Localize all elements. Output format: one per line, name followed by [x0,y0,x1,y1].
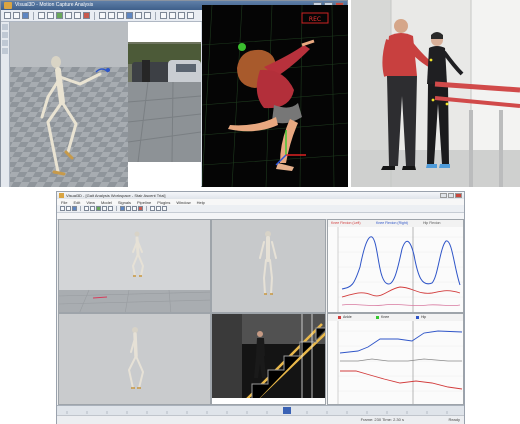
step-forward-icon[interactable] [65,12,72,19]
play-icon[interactable] [56,12,63,19]
save-icon[interactable] [22,12,29,19]
skeleton-viewport-perspective[interactable] [58,219,211,313]
legend-item: Knee [381,315,390,319]
app-icon [59,193,64,198]
open-file-icon[interactable] [66,206,71,211]
marker-icon[interactable] [144,12,151,19]
maximize-button[interactable] [447,193,455,198]
gait-lab-photo [351,0,520,187]
legend-item: Hip Flexion [423,221,441,225]
skip-back-icon[interactable] [38,12,45,19]
close-button[interactable] [455,193,463,198]
knee-hip-angle-graph[interactable]: Knee Flexion (Left) Knee Flexion (Right)… [327,219,464,313]
skeleton-viewport-side[interactable] [58,313,211,405]
stair-video-viewport[interactable] [211,313,326,405]
graph-icon[interactable] [156,206,161,211]
skip-forward-icon[interactable] [74,12,81,19]
layout-icon[interactable] [160,12,167,19]
skeleton-viewport-front[interactable] [211,219,326,313]
menu-file[interactable]: File [61,200,67,205]
video-viewport[interactable] [128,22,201,187]
mocap-app-window: Visual3D - Motion Capture Analysis REC [0,0,348,187]
joint-moment-graph[interactable]: Ankle Knee Hip [327,313,464,405]
new-file-icon[interactable] [4,12,11,19]
status-bar: Frame: 230 Time: 2.30 s Ready [57,415,464,424]
app-icon [4,2,12,9]
pan-icon[interactable] [117,12,124,19]
avatar-3d-viewport[interactable]: REC [202,5,348,187]
legend-item: Knee Flexion (Right) [376,221,408,225]
menu-help[interactable]: Help [197,200,205,205]
new-file-icon[interactable] [60,206,65,211]
status-ready: Ready [448,417,460,422]
save-icon[interactable] [72,206,77,211]
toolbar [57,205,464,213]
recording-indicator: REC [309,16,321,23]
window-title: Visual3D - [Gait Analysis Workspace - St… [66,193,166,198]
menu-view[interactable]: View [86,200,95,205]
skeleton-3d-viewport[interactable] [10,22,128,187]
select-tool-icon[interactable] [2,24,8,30]
open-file-icon[interactable] [13,12,20,19]
menu-window[interactable]: Window [176,200,190,205]
settings-icon[interactable] [178,12,185,19]
menu-edit[interactable]: Edit [73,200,80,205]
side-tool-strip [1,22,10,187]
move-tool-icon[interactable] [2,32,8,38]
menu-plugins[interactable]: Plugins [157,200,170,205]
timeline-playhead[interactable] [283,407,291,414]
skip-forward-icon[interactable] [108,206,113,211]
analysis-app-window: Visual3D - [Gait Analysis Workspace - St… [56,191,465,424]
rotate-icon[interactable] [108,12,115,19]
legend-swatch [376,316,379,319]
measure-tool-icon[interactable] [2,40,8,46]
rotate-icon[interactable] [132,206,137,211]
menu-pipeline[interactable]: Pipeline [137,200,151,205]
legend-swatch [338,316,341,319]
record-icon[interactable] [83,12,90,19]
play-icon[interactable] [96,206,101,211]
legend-item: Hip [421,315,427,319]
graph-icon[interactable] [169,12,176,19]
skip-back-icon[interactable] [84,206,89,211]
minimize-button[interactable] [440,193,447,198]
window-title: Visual3D - Motion Capture Analysis [15,2,94,8]
menu-signals[interactable]: Signals [118,200,131,205]
zoom-icon[interactable] [126,206,131,211]
layout-icon[interactable] [150,206,155,211]
step-back-icon[interactable] [47,12,54,19]
settings-icon[interactable] [162,206,167,211]
record-icon[interactable] [138,206,143,211]
status-frame: Frame: 230 Time: 2.30 s [360,417,404,422]
legend-item: Ankle [343,315,352,319]
help-icon[interactable] [187,12,194,19]
marker-tool-icon[interactable] [2,48,8,54]
camera-icon[interactable] [120,206,125,211]
legend-swatch [416,316,419,319]
step-forward-icon[interactable] [102,206,107,211]
legend-item: Knee Flexion (Left) [331,221,361,225]
skeleton-icon[interactable] [135,12,142,19]
zoom-icon[interactable] [99,12,106,19]
camera-icon[interactable] [126,12,133,19]
menu-model[interactable]: Model [101,200,112,205]
step-back-icon[interactable] [90,206,95,211]
